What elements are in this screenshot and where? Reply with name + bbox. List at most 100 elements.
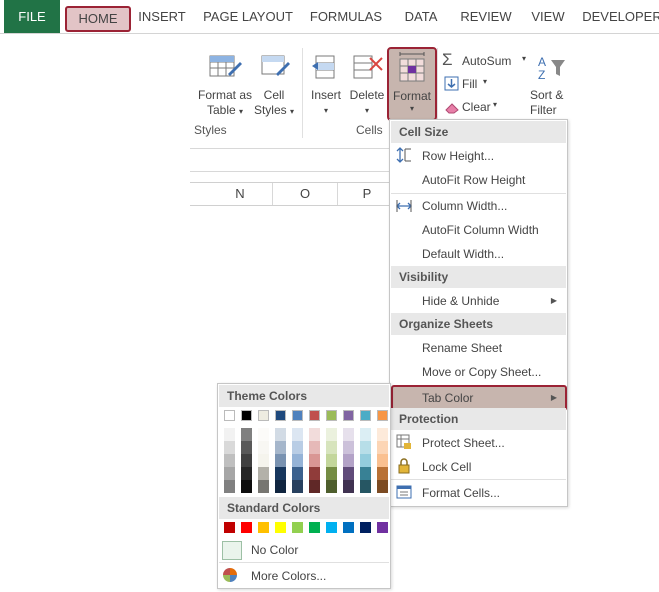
standard-color-swatch[interactable] <box>360 522 371 533</box>
standard-color-swatch[interactable] <box>377 522 388 533</box>
theme-color-swatch[interactable] <box>377 410 388 421</box>
no-color-button[interactable]: No Color <box>218 539 390 561</box>
theme-shade-swatch[interactable] <box>343 441 354 454</box>
more-colors-button[interactable]: More Colors... <box>218 564 390 586</box>
theme-shade-swatch[interactable] <box>258 480 269 493</box>
theme-shade-swatch[interactable] <box>360 441 371 454</box>
theme-shade-swatch[interactable] <box>224 441 235 454</box>
cell-styles-button[interactable] <box>260 52 290 82</box>
theme-shade-swatch[interactable] <box>360 428 371 441</box>
theme-color-swatch[interactable] <box>360 410 371 421</box>
menu-item-row-height[interactable]: Row Height... <box>390 144 567 168</box>
menu-item-format-cells[interactable]: Format Cells... <box>390 481 567 505</box>
theme-shade-swatch[interactable] <box>224 480 235 493</box>
clear-button[interactable]: Clear ▾ <box>442 98 502 116</box>
theme-shade-swatch[interactable] <box>258 441 269 454</box>
standard-color-swatch[interactable] <box>224 522 235 533</box>
theme-shade-swatch[interactable] <box>258 467 269 480</box>
theme-shade-swatch[interactable] <box>275 441 286 454</box>
theme-shade-swatch[interactable] <box>326 428 337 441</box>
theme-shade-swatch[interactable] <box>292 480 303 493</box>
theme-shade-swatch[interactable] <box>360 480 371 493</box>
menu-item-hide-unhide[interactable]: Hide & Unhide ▶ <box>390 289 567 313</box>
menu-item-protect-sheet[interactable]: Protect Sheet... <box>390 431 567 455</box>
theme-shade-swatch[interactable] <box>275 467 286 480</box>
column-header-o[interactable]: O <box>273 183 338 205</box>
standard-color-swatch[interactable] <box>343 522 354 533</box>
theme-shade-swatch[interactable] <box>292 454 303 467</box>
theme-shade-swatch[interactable] <box>377 454 388 467</box>
theme-color-swatch[interactable] <box>224 410 235 421</box>
theme-shade-swatch[interactable] <box>326 480 337 493</box>
menu-item-move-copy-sheet[interactable]: Move or Copy Sheet... <box>390 360 567 384</box>
theme-color-swatch[interactable] <box>326 410 337 421</box>
theme-color-swatch[interactable] <box>309 410 320 421</box>
standard-color-swatch[interactable] <box>309 522 320 533</box>
theme-shade-swatch[interactable] <box>241 441 252 454</box>
theme-shade-swatch[interactable] <box>292 441 303 454</box>
theme-shade-swatch[interactable] <box>309 454 320 467</box>
menu-item-autofit-column-width[interactable]: AutoFit Column Width <box>390 218 567 242</box>
format-as-table-button[interactable] <box>208 52 242 82</box>
theme-shade-swatch[interactable] <box>309 441 320 454</box>
theme-color-swatch[interactable] <box>343 410 354 421</box>
theme-shade-swatch[interactable] <box>258 428 269 441</box>
theme-shade-swatch[interactable] <box>275 480 286 493</box>
tab-page-layout[interactable]: PAGE LAYOUT <box>200 0 296 33</box>
fill-button[interactable]: Fill ▾ <box>442 75 502 93</box>
insert-cells-button[interactable] <box>310 52 340 82</box>
theme-shade-swatch[interactable] <box>309 480 320 493</box>
theme-shade-swatch[interactable] <box>343 467 354 480</box>
standard-color-swatch[interactable] <box>275 522 286 533</box>
theme-shade-swatch[interactable] <box>377 467 388 480</box>
tab-view[interactable]: VIEW <box>526 0 570 33</box>
theme-shade-swatch[interactable] <box>224 454 235 467</box>
menu-item-default-width[interactable]: Default Width... <box>390 242 567 266</box>
theme-shade-swatch[interactable] <box>360 467 371 480</box>
theme-shade-swatch[interactable] <box>309 428 320 441</box>
theme-shade-swatch[interactable] <box>326 441 337 454</box>
delete-cells-button[interactable] <box>352 52 384 82</box>
theme-shade-swatch[interactable] <box>360 454 371 467</box>
theme-shade-swatch[interactable] <box>343 454 354 467</box>
theme-color-swatch[interactable] <box>292 410 303 421</box>
format-button[interactable]: Format ▾ <box>387 47 437 121</box>
theme-shade-swatch[interactable] <box>326 467 337 480</box>
column-header-n[interactable]: N <box>208 183 273 205</box>
tab-review[interactable]: REVIEW <box>456 0 516 33</box>
theme-shade-swatch[interactable] <box>377 428 388 441</box>
tab-formulas[interactable]: FORMULAS <box>306 0 386 33</box>
theme-shade-swatch[interactable] <box>241 454 252 467</box>
theme-color-swatch[interactable] <box>275 410 286 421</box>
theme-shade-swatch[interactable] <box>224 467 235 480</box>
tab-insert[interactable]: INSERT <box>133 0 191 33</box>
menu-item-rename-sheet[interactable]: Rename Sheet <box>390 336 567 360</box>
standard-color-swatch[interactable] <box>326 522 337 533</box>
standard-color-swatch[interactable] <box>241 522 252 533</box>
theme-shade-swatch[interactable] <box>292 428 303 441</box>
standard-color-swatch[interactable] <box>258 522 269 533</box>
theme-shade-swatch[interactable] <box>224 428 235 441</box>
theme-shade-swatch[interactable] <box>292 467 303 480</box>
sort-filter-button[interactable]: A Z <box>536 52 566 82</box>
tab-developer[interactable]: DEVELOPER <box>582 0 659 33</box>
theme-shade-swatch[interactable] <box>309 467 320 480</box>
autosum-button[interactable]: Σ AutoSum ▾ <box>442 50 532 70</box>
tab-file[interactable]: FILE <box>4 0 60 33</box>
theme-shade-swatch[interactable] <box>275 454 286 467</box>
column-header-p[interactable]: P <box>338 183 396 205</box>
theme-shade-swatch[interactable] <box>343 428 354 441</box>
menu-item-lock-cell[interactable]: Lock Cell <box>390 455 567 479</box>
tab-data[interactable]: DATA <box>396 0 446 33</box>
menu-item-column-width[interactable]: Column Width... <box>390 194 567 218</box>
theme-shade-swatch[interactable] <box>275 428 286 441</box>
theme-shade-swatch[interactable] <box>241 467 252 480</box>
tab-home[interactable]: HOME <box>65 6 131 32</box>
theme-shade-swatch[interactable] <box>241 480 252 493</box>
menu-item-autofit-row-height[interactable]: AutoFit Row Height <box>390 168 567 192</box>
theme-shade-swatch[interactable] <box>326 454 337 467</box>
theme-shade-swatch[interactable] <box>241 428 252 441</box>
theme-shade-swatch[interactable] <box>258 454 269 467</box>
theme-shade-swatch[interactable] <box>377 441 388 454</box>
theme-shade-swatch[interactable] <box>377 480 388 493</box>
